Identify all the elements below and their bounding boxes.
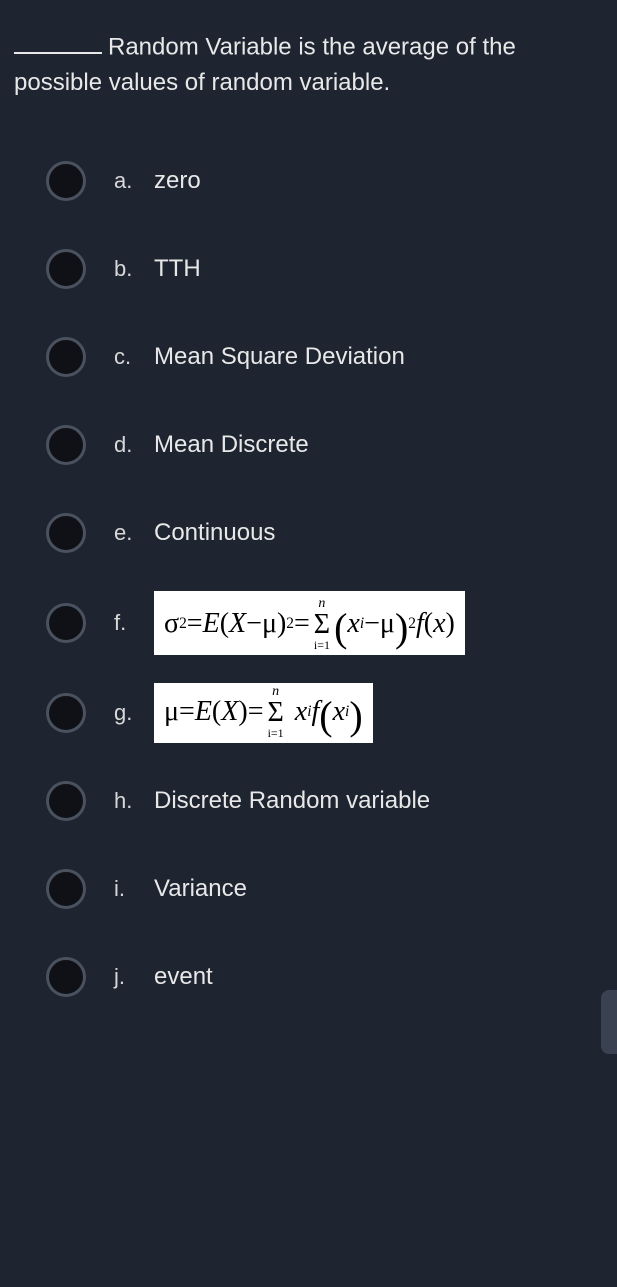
option-i-text: Variance (154, 875, 247, 903)
option-e-label: e. Continuous (114, 519, 275, 547)
option-c-label: c. Mean Square Deviation (114, 343, 405, 371)
option-i-letter: i. (114, 876, 138, 902)
option-f-label: f. σ2 = E(X − μ)2 = n Σ i=1 (xi − μ)2f(x… (114, 591, 465, 655)
option-e-letter: e. (114, 520, 138, 546)
option-f-formula: σ2 = E(X − μ)2 = n Σ i=1 (xi − μ)2f(x) (154, 591, 465, 655)
option-h-letter: h. (114, 788, 138, 814)
option-c-text: Mean Square Deviation (154, 343, 405, 371)
option-g-letter: g. (114, 700, 138, 726)
option-f-letter: f. (114, 610, 138, 636)
option-j-label: j. event (114, 963, 213, 991)
option-h-label: h. Discrete Random variable (114, 787, 430, 815)
option-d-label: d. Mean Discrete (114, 431, 309, 459)
option-i-label: i. Variance (114, 875, 247, 903)
option-c[interactable]: c. Mean Square Deviation (46, 327, 603, 387)
option-j-letter: j. (114, 964, 138, 990)
option-b[interactable]: b. TTH (46, 239, 603, 299)
option-a-text: zero (154, 167, 201, 195)
fill-blank (14, 28, 102, 54)
option-f[interactable]: f. σ2 = E(X − μ)2 = n Σ i=1 (xi − μ)2f(x… (46, 591, 603, 655)
option-j[interactable]: j. event (46, 947, 603, 1007)
radio-f[interactable] (46, 603, 86, 643)
option-j-text: event (154, 963, 213, 991)
option-c-letter: c. (114, 344, 138, 370)
option-e[interactable]: e. Continuous (46, 503, 603, 563)
option-a-letter: a. (114, 168, 138, 194)
option-d[interactable]: d. Mean Discrete (46, 415, 603, 475)
radio-g[interactable] (46, 693, 86, 733)
option-i[interactable]: i. Variance (46, 859, 603, 919)
option-g-label: g. μ = E(X) = n Σ i=1 xif(xi) (114, 683, 373, 743)
option-e-text: Continuous (154, 519, 275, 547)
option-b-label: b. TTH (114, 255, 201, 283)
option-a[interactable]: a. zero (46, 151, 603, 211)
options-list: a. zero b. TTH c. Mean Square Deviation … (14, 151, 603, 1007)
radio-d[interactable] (46, 425, 86, 465)
option-h[interactable]: h. Discrete Random variable (46, 771, 603, 831)
option-a-label: a. zero (114, 167, 201, 195)
option-b-text: TTH (154, 255, 201, 283)
radio-i[interactable] (46, 869, 86, 909)
option-g[interactable]: g. μ = E(X) = n Σ i=1 xif(xi) (46, 683, 603, 743)
scroll-handle[interactable] (601, 990, 617, 1054)
option-d-text: Mean Discrete (154, 431, 309, 459)
radio-b[interactable] (46, 249, 86, 289)
option-b-letter: b. (114, 256, 138, 282)
radio-e[interactable] (46, 513, 86, 553)
option-g-formula: μ = E(X) = n Σ i=1 xif(xi) (154, 683, 373, 743)
option-h-text: Discrete Random variable (154, 787, 430, 815)
radio-h[interactable] (46, 781, 86, 821)
radio-a[interactable] (46, 161, 86, 201)
radio-j[interactable] (46, 957, 86, 997)
radio-c[interactable] (46, 337, 86, 377)
question-text: Random Variable is the average of the po… (14, 28, 603, 101)
option-d-letter: d. (114, 432, 138, 458)
